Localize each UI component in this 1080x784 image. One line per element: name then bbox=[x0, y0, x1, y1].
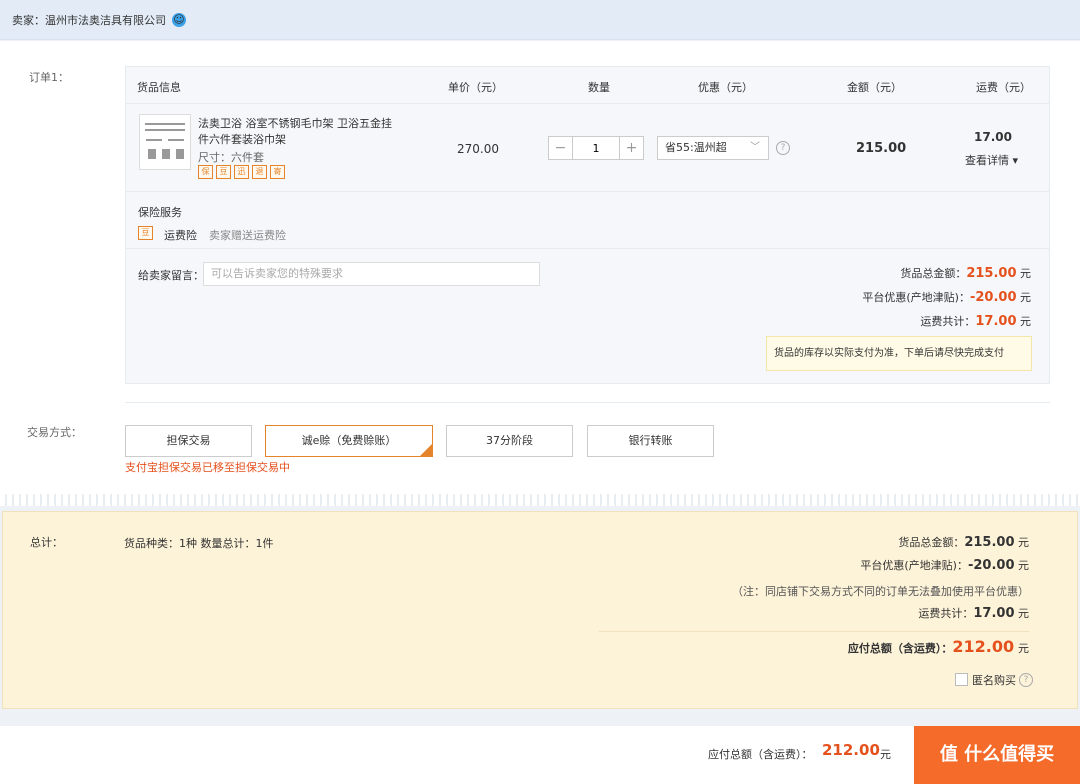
line-amount: 215.00 bbox=[856, 141, 907, 156]
total-counts: 货品种类：1种 数量总计：1件 bbox=[124, 537, 274, 550]
message-input[interactable]: 可以告诉卖家您的特殊要求 bbox=[203, 262, 540, 286]
stock-notice: 货品的库存以实际支付为准，下单后请尽快完成支付 bbox=[766, 336, 1032, 371]
fast-badge-icon: 迅 bbox=[234, 165, 249, 179]
promo-value: 省55:温州超 bbox=[665, 141, 727, 154]
quantity-input[interactable] bbox=[572, 137, 620, 159]
total-label: 总计： bbox=[30, 536, 63, 549]
anonymous-label[interactable]: 匿名购买 bbox=[972, 672, 1016, 688]
shipping-total: 运费共计：17.00 元 bbox=[920, 314, 1031, 329]
total-note: （注：同店铺下交易方式不同的订单无法叠加使用平台优惠） bbox=[732, 585, 1029, 598]
col-discount: 优惠（元） bbox=[698, 81, 753, 94]
seller-label: 卖家： bbox=[12, 13, 45, 27]
seller-name[interactable]: 温州市法奥洁具有限公司 bbox=[45, 12, 166, 28]
insurance-desc: 卖家赠送运费险 bbox=[209, 229, 286, 242]
total-goods: 货品总金额：215.00 元 bbox=[898, 535, 1029, 550]
insurance-name: 运费险 bbox=[164, 229, 197, 242]
footer-payable-value: 212.00 bbox=[822, 741, 880, 759]
insurance-badge-icon: 豆 bbox=[138, 226, 153, 240]
footer-payable-label: 应付总额（含运费）： bbox=[708, 748, 813, 761]
divider bbox=[599, 631, 1029, 632]
shipping-fee: 17.00 bbox=[974, 130, 1012, 144]
order-section: 订单1： 货品信息 单价（元） 数量 优惠（元） 金额（元） 运费（元） 法奥卫… bbox=[0, 41, 1080, 496]
submit-order-button[interactable]: 值 什么值得买 bbox=[914, 726, 1080, 784]
col-qty: 数量 bbox=[588, 81, 610, 94]
insurance-section: 保险服务 豆 运费险 卖家赠送运费险 bbox=[126, 192, 1049, 249]
product-thumbnail[interactable] bbox=[139, 114, 191, 170]
pay-option-bank[interactable]: 银行转账 bbox=[587, 425, 714, 457]
chat-icon[interactable]: ☺ bbox=[172, 12, 186, 27]
seller-bar: 卖家： 温州市法奥洁具有限公司 ☺ bbox=[0, 0, 1080, 40]
total-section: 总计： 货品种类：1种 数量总计：1件 货品总金额：215.00 元 平台优惠(… bbox=[2, 511, 1078, 709]
goods-total: 货品总金额：215.00 元 bbox=[900, 266, 1031, 281]
help-icon[interactable]: ? bbox=[776, 141, 790, 155]
table-header: 货品信息 单价（元） 数量 优惠（元） 金额（元） 运费（元） bbox=[126, 67, 1049, 104]
total-payable: 应付总额（含运费）：212.00 元 bbox=[847, 637, 1029, 656]
chevron-down-icon: ﹀ bbox=[750, 142, 760, 153]
bean-badge-icon: 豆 bbox=[216, 165, 231, 179]
anonymous-checkbox[interactable] bbox=[955, 673, 968, 686]
total-shipping: 运费共计：17.00 元 bbox=[918, 606, 1029, 621]
total-discount: 平台优惠(产地津贴)：-20.00 元 bbox=[860, 558, 1029, 573]
footer-bar: 应付总额（含运费）： 212.00 元 值 什么值得买 bbox=[0, 726, 1080, 784]
col-price: 单价（元） bbox=[448, 81, 503, 94]
col-amount: 金额（元） bbox=[847, 81, 902, 94]
order-label: 订单1： bbox=[29, 71, 69, 84]
col-shipping: 运费（元） bbox=[976, 81, 1031, 94]
message-label: 给卖家留言： bbox=[138, 269, 204, 282]
divider bbox=[125, 402, 1050, 403]
pay-option-installment[interactable]: 37分阶段 bbox=[446, 425, 573, 457]
footer-unit: 元 bbox=[880, 748, 891, 761]
ship-badge-icon: 寄 bbox=[270, 165, 285, 179]
insurance-title: 保险服务 bbox=[138, 206, 182, 219]
help-icon[interactable]: ? bbox=[1019, 673, 1033, 687]
platform-discount: 平台优惠(产地津贴)：-20.00 元 bbox=[862, 290, 1031, 305]
return-badge-icon: 退 bbox=[252, 165, 267, 179]
guarantee-badge-icon: 保 bbox=[198, 165, 213, 179]
service-badges: 保 豆 迅 退 寄 bbox=[198, 165, 285, 179]
shipping-detail-link[interactable]: 查看详情 ▾ bbox=[965, 152, 1018, 168]
divider-wavy bbox=[0, 494, 1080, 506]
payment-note: 支付宝担保交易已移至担保交易中 bbox=[125, 461, 290, 474]
payment-label: 交易方式： bbox=[27, 426, 82, 439]
minus-icon[interactable]: − bbox=[549, 137, 572, 159]
table-row: 法奥卫浴 浴室不锈钢毛巾架 卫浴五金挂件六件套装浴巾架 尺寸：六件套 保 豆 迅… bbox=[126, 104, 1049, 192]
quantity-stepper[interactable]: − + bbox=[548, 136, 644, 160]
col-goods: 货品信息 bbox=[137, 81, 181, 94]
promo-select[interactable]: 省55:温州超 ﹀ bbox=[657, 136, 769, 160]
plus-icon[interactable]: + bbox=[620, 137, 643, 159]
order-box: 货品信息 单价（元） 数量 优惠（元） 金额（元） 运费（元） 法奥卫浴 浴室不… bbox=[125, 66, 1050, 384]
product-spec: 尺寸：六件套 bbox=[198, 151, 264, 164]
unit-price: 270.00 bbox=[457, 142, 499, 156]
pay-option-credit[interactable]: 诚e赊（免费赊账） bbox=[265, 425, 433, 457]
pay-option-escrow[interactable]: 担保交易 bbox=[125, 425, 252, 457]
product-title[interactable]: 法奥卫浴 浴室不锈钢毛巾架 卫浴五金挂件六件套装浴巾架 bbox=[198, 116, 398, 148]
